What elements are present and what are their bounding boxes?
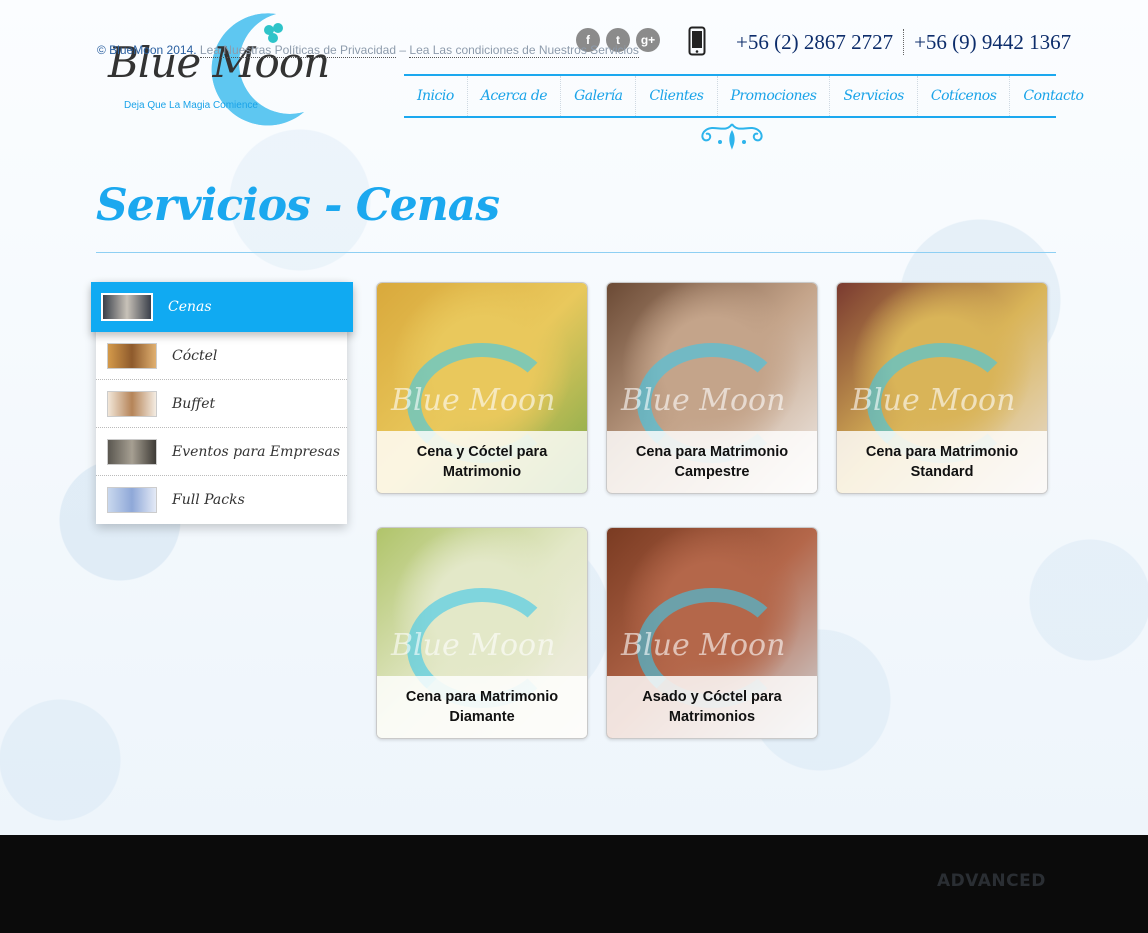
nav-item-galeria[interactable]: Galería xyxy=(560,76,635,116)
service-card-title: Cena y Cóctel para Matrimonio xyxy=(377,431,587,493)
watermark-logo: Blue Moon xyxy=(621,383,786,418)
sidebar-item-label: Cóctel xyxy=(172,347,218,364)
phone-separator xyxy=(903,29,905,55)
service-card[interactable]: Blue Moon Cena para Matrimonio Campestre xyxy=(606,282,818,494)
nav-item-acerca-de[interactable]: Acerca de xyxy=(466,76,560,116)
watermark-logo: Blue Moon xyxy=(621,628,786,663)
sidebar-item-eventos-empresas[interactable]: Eventos para Empresas xyxy=(96,428,347,476)
service-card[interactable]: Blue Moon Asado y Cóctel para Matrimonio… xyxy=(606,527,818,739)
logo[interactable]: Blue Moon Deja Que La Magia Comience xyxy=(106,8,338,126)
sidebar-item-label: Eventos para Empresas xyxy=(172,443,341,460)
phone-number-1[interactable]: +56 (2) 2867 2727 xyxy=(736,30,893,55)
logo-tagline: Deja Que La Magia Comience xyxy=(124,100,258,111)
mobile-phone-icon xyxy=(688,26,706,56)
google-plus-icon[interactable]: g+ xyxy=(636,28,660,52)
terms-link[interactable]: Lea Las condiciones de Nuestros Servicio… xyxy=(409,43,639,58)
ornament-icon xyxy=(701,123,763,150)
nav-item-promociones[interactable]: Promociones xyxy=(716,76,830,116)
service-card-title: Cena para Matrimonio Campestre xyxy=(607,431,817,493)
sidebar-item-cenas[interactable]: Cenas xyxy=(91,282,353,332)
footer-separator: – xyxy=(399,43,407,57)
watermark-logo: Blue Moon xyxy=(391,628,556,663)
sidebar-item-label: Full Packs xyxy=(172,492,245,508)
thumbnail-image xyxy=(107,438,157,465)
thumbnail-image xyxy=(107,342,157,369)
thumbnail-image xyxy=(107,390,157,417)
footer-copyright: © BlueMoon 2014. xyxy=(97,43,197,57)
phone-number-2[interactable]: +56 (9) 9442 1367 xyxy=(914,30,1071,55)
service-card[interactable]: Blue Moon Cena para Matrimonio Diamante xyxy=(376,527,588,739)
service-card-title: Cena para Matrimonio Standard xyxy=(837,431,1047,493)
sidebar-menu: Cenas Cóctel Buffet Eventos para Empresa… xyxy=(91,282,353,524)
privacy-policy-link[interactable]: Lea Nuestras Políticas de Privacidad xyxy=(199,43,397,58)
page-title: Servicios - Cenas xyxy=(96,180,500,231)
service-card-title: Cena para Matrimonio Diamante xyxy=(377,676,587,738)
developer-credit-logo[interactable]: ADVANCED xyxy=(937,871,1046,891)
nav-item-servicios[interactable]: Servicios xyxy=(829,76,916,116)
service-card-title: Asado y Cóctel para Matrimonios xyxy=(607,676,817,738)
watermark-logo: Blue Moon xyxy=(851,383,1016,418)
sidebar-item-coctel[interactable]: Cóctel xyxy=(96,332,347,380)
service-card[interactable]: Blue Moon Cena para Matrimonio Standard xyxy=(836,282,1048,494)
title-divider xyxy=(96,252,1056,253)
nav-item-inicio[interactable]: Inicio xyxy=(404,76,467,116)
nav-item-clientes[interactable]: Clientes xyxy=(635,76,716,116)
sidebar-item-label: Buffet xyxy=(172,395,216,412)
thumbnail-image xyxy=(107,487,157,513)
service-card[interactable]: Blue Moon Cena y Cóctel para Matrimonio xyxy=(376,282,588,494)
sidebar-item-label: Cenas xyxy=(168,299,212,315)
watermark-logo: Blue Moon xyxy=(391,383,556,418)
main-nav: Inicio Acerca de Galería Clientes Promoc… xyxy=(404,74,1084,118)
sidebar-item-full-packs[interactable]: Full Packs xyxy=(96,476,347,524)
footer-text: © BlueMoon 2014. Lea Nuestras Políticas … xyxy=(97,43,639,58)
sidebar-item-buffet[interactable]: Buffet xyxy=(96,380,347,428)
phone-numbers: +56 (2) 2867 2727 +56 (9) 9442 1367 xyxy=(736,29,1071,55)
nav-item-contacto[interactable]: Contacto xyxy=(1009,76,1096,116)
thumbnail-image xyxy=(101,293,153,321)
nav-item-coticenos[interactable]: Cotícenos xyxy=(916,76,1010,116)
